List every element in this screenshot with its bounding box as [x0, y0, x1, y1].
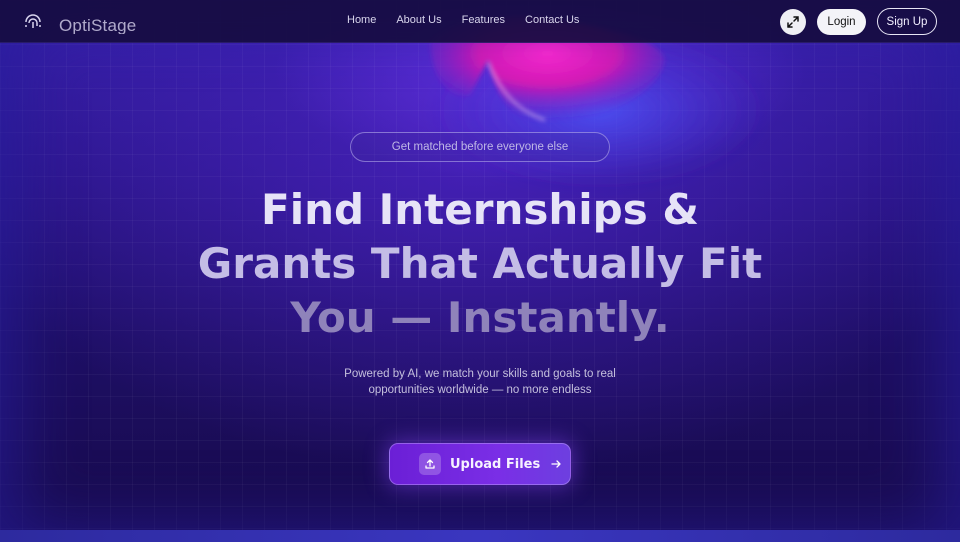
login-button[interactable]: Login [817, 9, 866, 35]
subtitle-line-2: opportunities worldwide — no more endles… [368, 384, 592, 396]
upload-files-button[interactable]: Upload Files [389, 443, 571, 485]
bottom-strip [0, 530, 960, 542]
hero-badge: Get matched before everyone else [350, 132, 610, 162]
nav-link-home[interactable]: Home [347, 14, 376, 26]
signup-button[interactable]: Sign Up [877, 8, 937, 35]
hero-headline: Find Internships & Grants That Actually … [0, 183, 960, 345]
upload-icon [419, 453, 441, 475]
nav-link-features[interactable]: Features [462, 14, 505, 26]
brand-name: OptiStage [59, 16, 137, 34]
nav-link-contact-us[interactable]: Contact Us [525, 14, 579, 26]
arrow-right-icon [550, 458, 562, 470]
nav-links: Home About Us Features Contact Us [347, 14, 599, 26]
fingerprint-icon [25, 14, 41, 28]
headline-line-2: Grants That Actually Fit [197, 239, 763, 288]
expand-button[interactable] [780, 9, 806, 35]
subtitle-line-1: Powered by AI, we match your skills and … [344, 368, 616, 380]
headline-line-3: You — Instantly. [290, 293, 670, 342]
hero-subtitle: Powered by AI, we match your skills and … [330, 366, 630, 398]
expand-arrows-icon [787, 16, 799, 28]
brand-logo[interactable]: OptiStage [22, 11, 137, 34]
top-navbar: OptiStage Home About Us Features Contact… [0, 0, 960, 43]
nav-link-about-us[interactable]: About Us [396, 14, 441, 26]
headline-line-1: Find Internships & [261, 185, 699, 234]
upload-files-label: Upload Files [450, 456, 541, 472]
